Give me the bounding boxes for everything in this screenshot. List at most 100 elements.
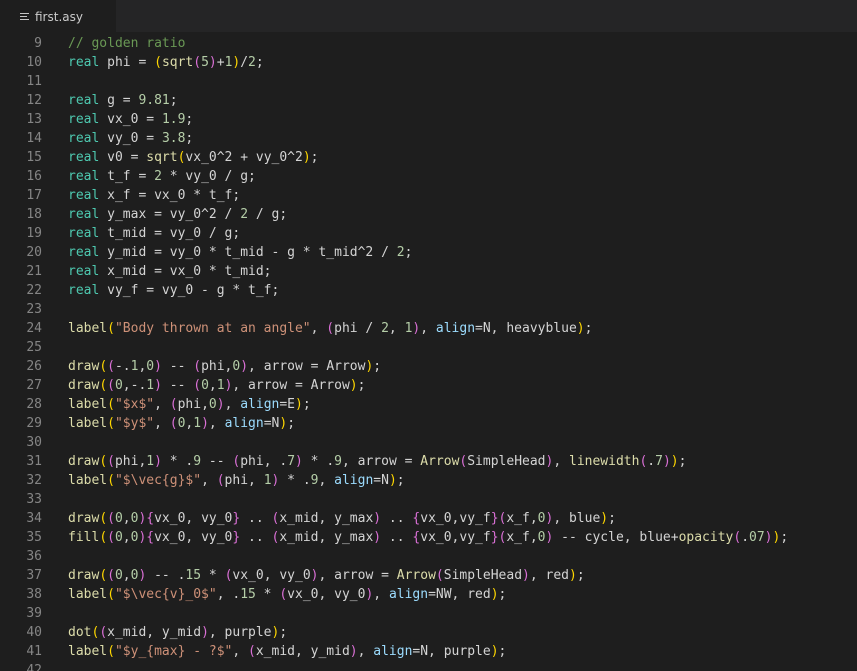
code-line[interactable]: 23 xyxy=(0,300,857,319)
code-line[interactable]: 35 fill((0,0){vx_0, vy_0} .. (x_mid, y_ma… xyxy=(0,528,857,547)
code-line[interactable]: 38 label("$\vec{v}_0$", .15 * (vx_0, vy_0… xyxy=(0,585,857,604)
code-line[interactable]: 11 xyxy=(0,72,857,91)
code-line[interactable]: 10 real phi = (sqrt(5)+1)/2; xyxy=(0,53,857,72)
line-number: 14 xyxy=(26,131,42,146)
code-text: real phi = (sqrt(5)+1)/2; xyxy=(68,53,264,72)
code-token: ( xyxy=(154,55,162,70)
code-token: align xyxy=(240,397,280,412)
code-token: ( xyxy=(279,587,288,602)
line-number: 38 xyxy=(26,587,42,602)
code-line[interactable]: 28 label("$x$", (phi,0), align=E); xyxy=(0,395,857,414)
code-line[interactable]: 33 xyxy=(0,490,857,509)
code-token: x_f, xyxy=(506,511,538,526)
code-line[interactable]: 30 xyxy=(0,433,857,452)
line-number: 11 xyxy=(26,74,42,89)
code-line[interactable]: 16 real t_f = 2 * vy_0 / g; xyxy=(0,167,857,186)
line-number: 10 xyxy=(26,55,42,70)
code-token: 9.81 xyxy=(138,93,170,108)
code-line[interactable]: 21 real x_mid = vx_0 * t_mid; xyxy=(0,262,857,281)
code-token: , arrow = Arrow xyxy=(232,378,350,393)
code-line[interactable]: 17 real x_f = vx_0 * t_f; xyxy=(0,186,857,205)
code-token: ; xyxy=(185,131,194,146)
code-token: x_mid, y_max xyxy=(279,530,374,545)
code-line[interactable]: 22 real vy_f = vy_0 - g * t_f; xyxy=(0,281,857,300)
code-line[interactable]: 36 xyxy=(0,547,857,566)
code-line[interactable]: 15 real v0 = sqrt(vx_0^2 + vy_0^2); xyxy=(0,148,857,167)
tab-first-asy[interactable]: first.asy xyxy=(0,0,116,34)
code-token: ( xyxy=(107,644,115,659)
code-token: real xyxy=(68,207,100,222)
code-token: x_mid, y_mid xyxy=(107,625,202,640)
code-line[interactable]: 9 // golden ratio xyxy=(0,34,857,53)
code-token: phi, xyxy=(114,454,147,469)
code-line[interactable]: 41 label("$y_{max} - ?$", (x_mid, y_mid),… xyxy=(0,642,857,661)
code-token: , xyxy=(420,321,436,336)
code-token: ) xyxy=(295,454,303,469)
code-token: =E xyxy=(279,397,296,412)
code-line[interactable]: 18 real y_max = vy_0^2 / 2 / g; xyxy=(0,205,857,224)
code-token: SimpleHead xyxy=(443,568,523,583)
line-number: 41 xyxy=(26,644,42,659)
code-line[interactable]: 29 label("$y$", (0,1), align=N); xyxy=(0,414,857,433)
code-token: real xyxy=(68,93,100,108)
code-text: label("$x$", (phi,0), align=E); xyxy=(68,395,311,414)
code-line[interactable]: 25 xyxy=(0,338,857,357)
code-token: ; xyxy=(255,55,264,70)
code-token: , blue xyxy=(553,511,601,526)
code-line[interactable]: 34 draw((0,0){vx_0, vy_0} .. (x_mid, y_ma… xyxy=(0,509,857,528)
code-token: 7 xyxy=(287,454,296,469)
code-token: ) xyxy=(208,55,217,70)
code-line[interactable]: 19 real t_mid = vy_0 / g; xyxy=(0,224,857,243)
code-token: ) xyxy=(490,644,499,659)
code-line[interactable]: 12 real g = 9.81; xyxy=(0,91,857,110)
code-token: phi = xyxy=(99,55,155,70)
code-line[interactable]: 26 draw((-.1,0) -- (phi,0), arrow = Arrow… xyxy=(0,357,857,376)
code-line[interactable]: 14 real vy_0 = 3.8; xyxy=(0,129,857,148)
code-token: -. xyxy=(114,359,131,374)
code-line[interactable]: 27 draw((0,-.1) -- (0,1), arrow = Arrow); xyxy=(0,376,857,395)
code-token: , xyxy=(122,530,131,545)
line-number: 42 xyxy=(26,663,42,671)
code-token: vx_0, vy_0 xyxy=(154,530,233,545)
code-token: ; xyxy=(404,245,413,260)
code-token: SimpleHead xyxy=(467,454,546,469)
code-token: 0 xyxy=(537,530,546,545)
line-number: 22 xyxy=(26,283,42,298)
code-token: , xyxy=(208,378,217,393)
code-text: draw((0,0){vx_0, vy_0} .. (x_mid, y_max)… xyxy=(68,509,616,528)
line-number: 34 xyxy=(26,511,42,526)
code-token: 5 xyxy=(201,55,209,70)
code-line[interactable]: 32 label("$\vec{g}$", (phi, 1) * .9, alig… xyxy=(0,471,857,490)
code-token: , xyxy=(310,321,327,336)
code-text: real y_max = vy_0^2 / 2 / g; xyxy=(68,205,287,224)
code-token: 2 xyxy=(381,321,389,336)
code-token: ( xyxy=(107,416,115,431)
code-token: } xyxy=(490,511,499,526)
code-token: ( xyxy=(193,378,202,393)
code-token: t_mid = vy_0 / g; xyxy=(99,226,241,241)
code-token: real xyxy=(68,245,100,260)
code-token: vx_0^2 + vy_0^2 xyxy=(185,150,303,165)
code-token: ; xyxy=(302,397,311,412)
code-line[interactable]: 42 xyxy=(0,661,857,671)
line-number: 40 xyxy=(26,625,42,640)
code-token: draw xyxy=(68,454,100,469)
code-token: align xyxy=(224,416,264,431)
code-token: * . xyxy=(161,454,194,469)
code-line[interactable]: 37 draw((0,0) -- .15 * (vx_0, vy_0), arro… xyxy=(0,566,857,585)
code-token: real xyxy=(68,169,100,184)
code-token: 2 xyxy=(154,169,162,184)
code-token: -- xyxy=(161,359,194,374)
code-token: align xyxy=(388,587,429,602)
code-line[interactable]: 40 dot((x_mid, y_mid), purple); xyxy=(0,623,857,642)
line-number: 28 xyxy=(26,397,42,412)
code-line[interactable]: 20 real y_mid = vy_0 * t_mid - g * t_mid^… xyxy=(0,243,857,262)
code-token: , . xyxy=(216,587,241,602)
code-line[interactable]: 13 real vx_0 = 1.9; xyxy=(0,110,857,129)
code-editor[interactable]: 9// golden ratio 10 real phi = (sqrt(5)+1)… xyxy=(0,32,857,671)
code-text: real vy_f = vy_0 - g * t_f; xyxy=(68,281,279,300)
code-token: real xyxy=(68,264,100,279)
code-line[interactable]: 39 xyxy=(0,604,857,623)
code-line[interactable]: 24 label("Body thrown at an angle", (phi … xyxy=(0,319,857,338)
code-line[interactable]: 31 draw((phi,1) * .9 -- (phi, .7) * .9, a… xyxy=(0,452,857,471)
